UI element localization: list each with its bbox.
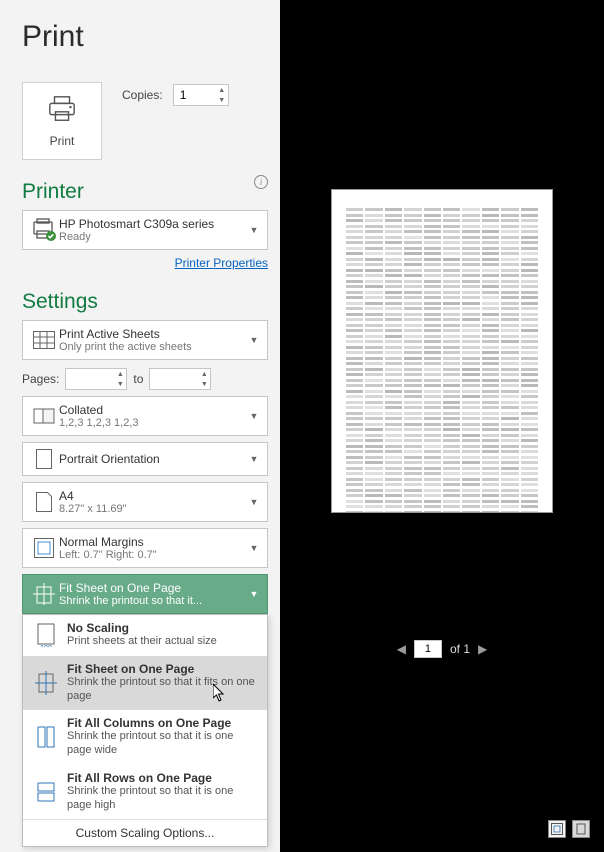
scaling-option-fit-columns[interactable]: Fit All Columns on One Page Shrink the p… [23,710,267,765]
show-margins-button[interactable] [548,820,566,838]
print-left-panel: Print Print Copies: ▲ ▼ Print [0,0,280,852]
settings-section-title: Settings [22,290,268,314]
collated-icon [29,407,59,425]
page-title: Print [22,20,268,54]
scaling-option-no-scaling[interactable]: 100 No Scaling Print sheets at their act… [23,615,267,656]
printer-properties-link[interactable]: Printer Properties [175,256,268,270]
printer-status: Ready [59,231,247,243]
pages-to-up[interactable]: ▲ [198,369,210,379]
print-button[interactable]: Print [22,82,102,160]
chevron-down-icon: ▼ [247,589,261,599]
chevron-down-icon: ▼ [247,543,261,553]
copies-label: Copies: [122,88,163,102]
print-button-label: Print [50,134,75,148]
scaling-title: Fit Sheet on One Page [59,581,247,595]
svg-text:100: 100 [40,645,52,647]
orientation-title: Portrait Orientation [59,452,247,466]
print-what-sub: Only print the active sheets [59,341,247,353]
pages-to-label: to [133,372,143,386]
fit-sheet-icon [31,662,61,704]
no-scaling-icon: 100 [31,621,61,649]
printer-select[interactable]: HP Photosmart C309a series Ready ▼ [22,210,268,250]
print-what-select[interactable]: Print Active Sheets Only print the activ… [22,320,268,360]
orientation-select[interactable]: Portrait Orientation ▼ [22,442,268,476]
preview-pager: ◀ of 1 ▶ [397,640,487,658]
pager-total: of 1 [450,642,470,656]
chevron-down-icon: ▼ [247,411,261,421]
paper-size-select[interactable]: A4 8.27" x 11.69" ▼ [22,482,268,522]
preview-page [332,190,552,512]
grid-icon [29,331,59,349]
printer-info-icon[interactable]: i [254,175,268,189]
chevron-down-icon: ▼ [247,454,261,464]
pager-current-input[interactable] [414,640,442,658]
copies-spin-down[interactable]: ▼ [216,95,228,105]
collation-title: Collated [59,403,247,417]
fit-columns-icon [31,716,61,758]
pages-to-down[interactable]: ▼ [198,379,210,389]
margins-select[interactable]: Normal Margins Left: 0.7" Right: 0.7" ▼ [22,528,268,568]
printer-name: HP Photosmart C309a series [59,217,247,231]
fit-rows-icon [31,771,61,813]
margins-title: Normal Margins [59,535,247,549]
paper-sub: 8.27" x 11.69" [59,503,247,515]
printer-section-title: Printer [22,180,84,204]
paper-title: A4 [59,489,247,503]
printer-icon [47,95,77,126]
scaling-options-popup: 100 No Scaling Print sheets at their act… [22,614,268,847]
pages-label: Pages: [22,372,59,386]
margins-icon [29,538,59,558]
pager-prev[interactable]: ◀ [397,642,406,656]
fit-page-icon [29,583,59,605]
portrait-icon [29,449,59,469]
pages-from-down[interactable]: ▼ [114,379,126,389]
collation-sub: 1,2,3 1,2,3 1,2,3 [59,417,247,429]
print-preview-panel: ◀ of 1 ▶ [280,0,604,852]
chevron-down-icon: ▼ [247,225,261,235]
collation-select[interactable]: Collated 1,2,3 1,2,3 1,2,3 ▼ [22,396,268,436]
printer-device-icon [29,218,59,242]
zoom-to-page-button[interactable] [572,820,590,838]
scaling-option-fit-sheet[interactable]: Fit Sheet on One Page Shrink the printou… [23,656,267,711]
margins-sub: Left: 0.7" Right: 0.7" [59,549,247,561]
chevron-down-icon: ▼ [247,497,261,507]
print-what-title: Print Active Sheets [59,327,247,341]
chevron-down-icon: ▼ [247,335,261,345]
scaling-select[interactable]: Fit Sheet on One Page Shrink the printou… [22,574,268,614]
pages-from-up[interactable]: ▲ [114,369,126,379]
scaling-sub: Shrink the printout so that it... [59,595,247,607]
pager-next[interactable]: ▶ [478,642,487,656]
scaling-option-fit-rows[interactable]: Fit All Rows on One Page Shrink the prin… [23,765,267,820]
copies-spin-up[interactable]: ▲ [216,85,228,95]
paper-icon [29,492,59,512]
custom-scaling-options[interactable]: Custom Scaling Options... [23,819,267,846]
